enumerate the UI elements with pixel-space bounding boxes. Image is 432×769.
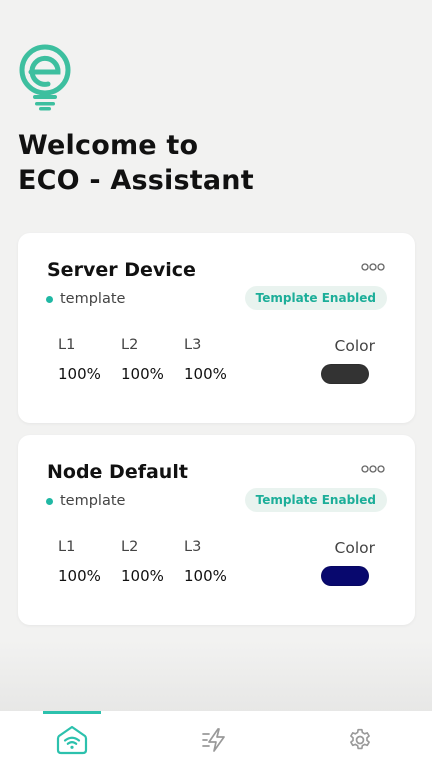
- template-enabled-badge: Template Enabled: [244, 286, 387, 310]
- color-swatch[interactable]: [321, 364, 369, 384]
- level-l2: L2 100%: [121, 337, 166, 383]
- level-list: L1 100% L2 100% L3 100%: [58, 539, 229, 585]
- level-l3: L3 100%: [184, 539, 229, 585]
- bottom-fade: [0, 640, 432, 712]
- tab-home[interactable]: [0, 711, 144, 769]
- welcome-heading: Welcome to ECO - Assistant: [18, 128, 254, 198]
- level-value: 100%: [121, 567, 164, 585]
- color-section: Color: [319, 539, 375, 586]
- device-tag-label: template: [60, 291, 126, 307]
- level-l3: L3 100%: [184, 337, 229, 383]
- more-options-icon[interactable]: [361, 464, 385, 474]
- tab-energy[interactable]: [144, 711, 288, 769]
- device-tag: template: [46, 291, 125, 307]
- device-name: Server Device: [47, 259, 196, 281]
- bottom-tab-bar: [0, 711, 432, 769]
- level-value: 100%: [121, 365, 164, 383]
- level-label: L2: [121, 539, 139, 555]
- status-dot: [46, 295, 53, 303]
- device-tag: template: [46, 493, 125, 509]
- level-value: 100%: [184, 365, 227, 383]
- level-l1: L1 100%: [58, 337, 103, 383]
- level-l1: L1 100%: [58, 539, 103, 585]
- level-value: 100%: [58, 365, 101, 383]
- level-label: L3: [184, 337, 202, 353]
- device-card-server[interactable]: Server Device template Template Enabled …: [18, 233, 415, 423]
- color-section: Color: [319, 337, 375, 384]
- active-tab-indicator: [43, 711, 101, 714]
- settings-icon: [350, 728, 370, 750]
- level-label: L2: [121, 337, 139, 353]
- welcome-line-2: ECO - Assistant: [18, 165, 254, 196]
- level-label: L3: [184, 539, 202, 555]
- tab-settings[interactable]: [288, 711, 432, 769]
- template-enabled-badge: Template Enabled: [244, 488, 387, 512]
- device-name: Node Default: [47, 461, 188, 483]
- status-dot: [46, 497, 53, 505]
- welcome-line-1: Welcome to: [18, 130, 199, 161]
- level-value: 100%: [184, 567, 227, 585]
- device-tag-label: template: [60, 493, 126, 509]
- lightning-icon: [202, 728, 225, 752]
- home-wifi-icon: [56, 725, 88, 755]
- eco-logo-icon: [19, 44, 71, 111]
- level-value: 100%: [58, 567, 101, 585]
- color-swatch[interactable]: [321, 566, 369, 586]
- level-l2: L2 100%: [121, 539, 166, 585]
- level-label: L1: [58, 337, 76, 353]
- more-options-icon[interactable]: [361, 262, 385, 272]
- device-card-node[interactable]: Node Default template Template Enabled L…: [18, 435, 415, 625]
- color-label: Color: [334, 539, 375, 557]
- level-label: L1: [58, 539, 76, 555]
- color-label: Color: [334, 337, 375, 355]
- level-list: L1 100% L2 100% L3 100%: [58, 337, 229, 383]
